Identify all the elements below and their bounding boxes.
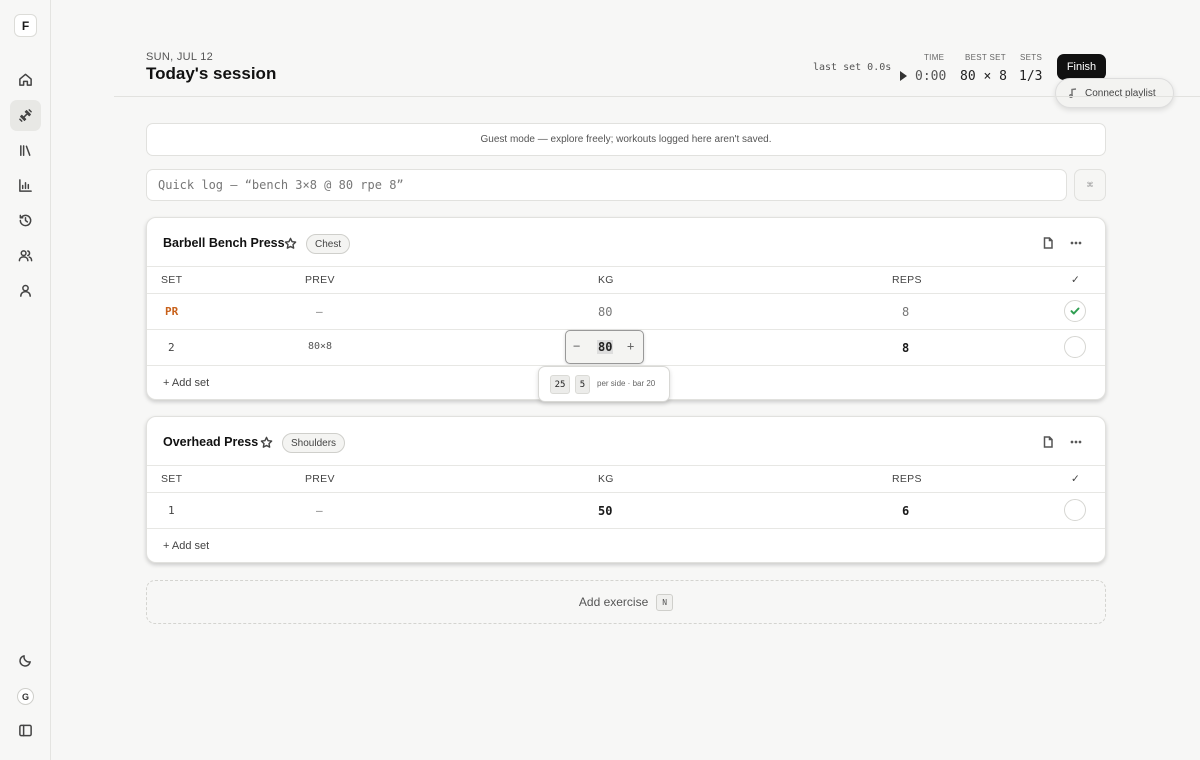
plate-note: per side · bar 20 xyxy=(597,379,656,388)
decrement-button[interactable]: − xyxy=(573,339,580,353)
user-icon[interactable] xyxy=(10,275,41,306)
col-reps: REPS xyxy=(892,274,922,286)
session-date: SUN, JUL 12 xyxy=(146,51,214,63)
sets-label: SETS xyxy=(1020,53,1043,62)
star-icon[interactable] xyxy=(284,237,297,250)
reps-value[interactable]: 8 xyxy=(902,305,909,319)
quick-log-input[interactable]: Quick log — “bench 3×8 @ 80 rpe 8” xyxy=(146,169,1067,201)
increment-button[interactable]: + xyxy=(627,339,634,353)
col-set: SET xyxy=(161,274,183,286)
set-number: PR xyxy=(165,305,179,318)
connect-playlist-button[interactable]: Connect playlist xyxy=(1055,78,1174,108)
prev-value: – xyxy=(316,305,323,318)
col-done: ✓ xyxy=(1071,274,1081,286)
star-icon[interactable] xyxy=(260,436,273,449)
prev-value: – xyxy=(316,504,323,517)
col-prev: PREV xyxy=(305,473,335,485)
sets-value: 1/3 xyxy=(1019,69,1043,84)
reps-value[interactable]: 8 xyxy=(902,341,909,355)
divider xyxy=(147,492,1105,493)
set-complete-toggle[interactable] xyxy=(1064,336,1086,358)
col-prev: PREV xyxy=(305,274,335,286)
col-reps: REPS xyxy=(892,473,922,485)
prev-value[interactable]: 80×8 xyxy=(308,341,332,352)
best-set-value: 80 × 8 xyxy=(960,69,1007,84)
notes-icon[interactable] xyxy=(1041,236,1055,250)
add-exercise-label: Add exercise xyxy=(578,595,649,609)
best-set-label: BEST SET xyxy=(965,53,1006,62)
page-title: Today's session xyxy=(146,64,277,83)
app-logo[interactable]: F xyxy=(14,14,37,37)
time-label: TIME xyxy=(924,53,945,62)
last-set-timer: last set 0.0s xyxy=(813,62,892,73)
exercise-title: Barbell Bench Press xyxy=(163,236,285,250)
divider xyxy=(147,528,1105,529)
quick-log-shortcut-button[interactable]: ⌘ xyxy=(1074,169,1106,201)
add-exercise-button[interactable]: Add exercise N xyxy=(146,580,1106,624)
kg-stepper[interactable]: − 80 + xyxy=(565,330,644,364)
dumbbell-icon[interactable] xyxy=(10,100,41,131)
set-complete-toggle[interactable] xyxy=(1064,499,1086,521)
time-value: 0:00 xyxy=(915,69,947,84)
kg-input[interactable]: 80 xyxy=(597,340,614,354)
reps-value[interactable]: 6 xyxy=(902,504,909,518)
add-set-button[interactable]: + Add set xyxy=(163,540,209,552)
more-options-icon[interactable] xyxy=(1069,435,1083,449)
divider xyxy=(147,266,1105,267)
add-set-button[interactable]: + Add set xyxy=(163,377,209,389)
set-number: 2 xyxy=(168,341,175,354)
muscle-tag: Shoulders xyxy=(282,433,346,453)
muscle-tag: Chest xyxy=(306,234,351,254)
avatar[interactable]: G xyxy=(17,688,34,705)
exercise-card-ohp: Overhead Press Shoulders SET PREV KG REP… xyxy=(146,416,1106,563)
play-icon[interactable] xyxy=(900,71,907,81)
kg-value[interactable]: 80 xyxy=(598,305,612,319)
sidebar-toggle-icon[interactable] xyxy=(10,715,41,746)
library-icon[interactable] xyxy=(10,135,41,166)
home-icon[interactable] xyxy=(10,64,41,95)
plate-calculator-popover: 25 5 per side · bar 20 xyxy=(538,366,670,402)
bar-chart-icon[interactable] xyxy=(10,170,41,201)
notes-icon[interactable] xyxy=(1041,435,1055,449)
col-done: ✓ xyxy=(1071,473,1081,485)
header-divider xyxy=(114,96,1200,97)
finish-button[interactable]: Finish xyxy=(1057,54,1106,80)
users-icon[interactable] xyxy=(10,240,41,271)
moon-icon[interactable] xyxy=(10,645,41,676)
divider xyxy=(147,293,1105,294)
guest-mode-banner: Guest mode — explore freely; workouts lo… xyxy=(146,123,1106,156)
exercise-title: Overhead Press xyxy=(163,435,259,449)
set-number: 1 xyxy=(168,504,175,517)
check-icon xyxy=(1070,307,1080,315)
history-icon[interactable] xyxy=(10,205,41,236)
divider xyxy=(147,465,1105,466)
more-options-icon[interactable] xyxy=(1069,236,1083,250)
keyboard-shortcut: N xyxy=(656,593,674,611)
set-complete-toggle[interactable] xyxy=(1064,300,1086,322)
sidebar: F G xyxy=(0,0,51,760)
col-kg: KG xyxy=(598,473,614,485)
plate-chip: 5 xyxy=(575,375,590,394)
kg-value[interactable]: 50 xyxy=(598,504,612,518)
col-kg: KG xyxy=(598,274,614,286)
plate-chip: 25 xyxy=(550,375,570,394)
col-set: SET xyxy=(161,473,183,485)
